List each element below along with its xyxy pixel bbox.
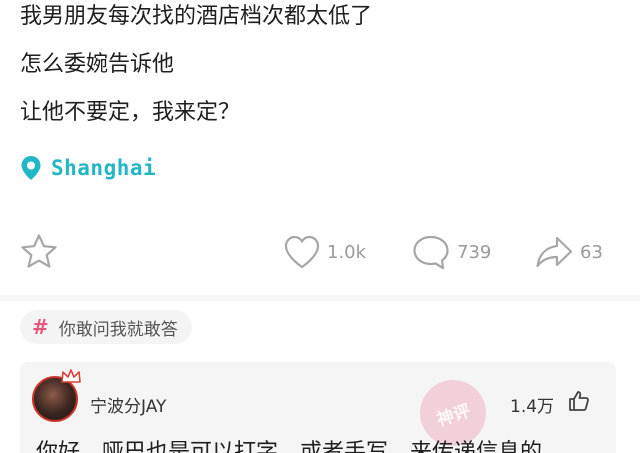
hashtag-icon: # [32,315,49,339]
comment-text: 你好，哑巴也是可以打字，或者手写，来传递信息的 [36,440,543,453]
comment-like-count: 1.4万 [510,397,555,417]
post-line: 让他不要定，我来定？ [20,100,241,125]
share-button[interactable]: 63 [534,230,603,274]
section-divider [0,295,640,301]
location-label: Shanghai [51,156,157,180]
favorite-button[interactable] [19,230,59,274]
post-text: 我男朋友每次找的酒店档次都太低了 怎么委婉告诉他 让他不要定，我来定？ [20,6,372,150]
comment-button[interactable]: 739 [411,230,491,274]
post-actions-bar: 1.0k 739 63 [0,230,640,274]
crown-icon [60,368,82,384]
share-count: 63 [580,241,603,263]
topic-tag[interactable]: # 你敢问我就敢答 [20,310,192,344]
commenter-name[interactable]: 宁波分JAY [90,392,166,417]
heart-icon [283,234,321,270]
post-line: 我男朋友每次找的酒店档次都太低了 [20,4,373,29]
like-button[interactable]: 1.0k [283,230,366,274]
speech-bubble-icon [411,233,451,271]
star-icon [19,232,59,272]
top-comment-card[interactable]: 宁波分JAY 神评 1.4万 你好，哑巴也是可以打字，或者手写，来传递信息的 [20,362,616,453]
stamp-label: 神评 [434,400,474,431]
like-count: 1.0k [327,241,367,263]
topic-label: 你敢问我就敢答 [58,319,178,340]
share-arrow-icon [534,233,574,271]
thumbs-up-icon[interactable] [567,389,591,417]
location-pin-icon [20,155,42,181]
location-tag[interactable]: Shanghai [20,154,156,182]
comment-count: 739 [457,241,492,263]
post-line: 怎么委婉告诉他 [20,52,175,77]
